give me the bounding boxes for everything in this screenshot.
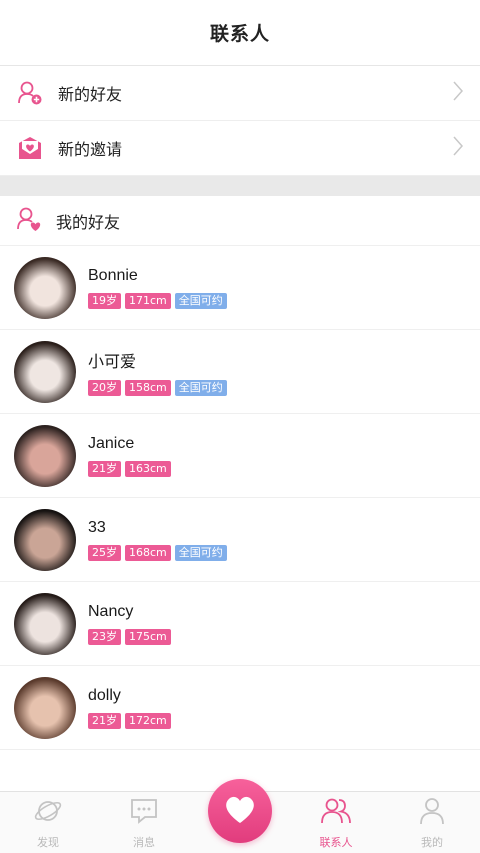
height-tag: 168cm — [125, 544, 171, 561]
contact-row[interactable]: Bonnie 19岁 171cm 全国可约 — [0, 246, 480, 330]
contact-name: Bonnie — [88, 266, 138, 284]
contact-row[interactable]: 小可爱 20岁 158cm 全国可约 — [0, 330, 480, 414]
tab-contacts-label: 联系人 — [319, 836, 353, 849]
avatar — [14, 340, 76, 403]
contact-tags: 25岁 168cm 全国可约 — [88, 544, 227, 561]
availability-tag: 全国可约 — [174, 544, 227, 561]
contact-name: dolly — [88, 686, 121, 704]
availability-tag: 全国可约 — [174, 292, 227, 309]
height-tag: 158cm — [125, 379, 171, 396]
contact-name: 33 — [88, 518, 106, 536]
age-tag: 21岁 — [88, 712, 121, 729]
tab-discover[interactable]: 发现 — [0, 792, 96, 853]
contact-info: 小可爱 20岁 158cm 全国可约 — [88, 348, 227, 396]
contact-row[interactable]: dolly 21岁 172cm — [0, 666, 480, 750]
page-title: 联系人 — [209, 23, 270, 45]
chevron-right-icon — [452, 80, 464, 106]
contact-name: 小可爱 — [88, 353, 137, 371]
tab-me[interactable]: 我的 — [384, 792, 480, 853]
contact-info: dolly 21岁 172cm — [88, 687, 171, 729]
new-friends-row[interactable]: 新的好友 — [0, 66, 480, 121]
tab-messages-label: 消息 — [133, 836, 155, 849]
contact-tags: 21岁 172cm — [88, 712, 171, 729]
new-invites-row[interactable]: 新的邀请 — [0, 121, 480, 176]
age-tag: 19岁 — [88, 292, 121, 309]
availability-tag: 全国可约 — [174, 379, 227, 396]
contact-tags: 21岁 163cm — [88, 460, 171, 477]
avatar — [14, 592, 76, 655]
my-friends-label: 我的好友 — [56, 212, 121, 232]
contact-row[interactable]: Janice 21岁 163cm — [0, 414, 480, 498]
heart-icon — [223, 793, 257, 829]
contact-tags: 19岁 171cm 全国可约 — [88, 292, 227, 309]
add-friend-icon — [16, 79, 44, 107]
age-tag: 20岁 — [88, 379, 121, 396]
new-invites-label: 新的邀请 — [58, 140, 123, 159]
header: 联系人 — [0, 0, 480, 66]
tab-discover-label: 发现 — [37, 836, 59, 849]
invite-envelope-icon — [16, 134, 44, 162]
avatar — [14, 508, 76, 571]
match-heart-button[interactable] — [208, 779, 272, 843]
friend-heart-icon — [16, 206, 42, 236]
height-tag: 163cm — [125, 460, 171, 477]
age-tag: 21岁 — [88, 460, 121, 477]
contacts-icon — [320, 796, 352, 830]
new-friends-label: 新的好友 — [58, 85, 123, 104]
contact-info: 33 25岁 168cm 全国可约 — [88, 519, 227, 561]
height-tag: 172cm — [125, 712, 171, 729]
contact-tags: 23岁 175cm — [88, 628, 171, 645]
user-icon — [417, 796, 447, 830]
planet-icon — [33, 796, 63, 830]
avatar — [14, 424, 76, 487]
tab-me-label: 我的 — [421, 836, 443, 849]
contact-info: Nancy 23岁 175cm — [88, 603, 171, 645]
age-tag: 23岁 — [88, 628, 121, 645]
my-friends-header: 我的好友 — [0, 196, 480, 246]
age-tag: 25岁 — [88, 544, 121, 561]
avatar — [14, 676, 76, 739]
tab-messages[interactable]: 消息 — [96, 792, 192, 853]
contact-tags: 20岁 158cm 全国可约 — [88, 379, 227, 396]
height-tag: 175cm — [125, 628, 171, 645]
chevron-right-icon — [452, 135, 464, 161]
contacts-screen: 联系人 新的好友 新的邀请 我的好友 Bonnie 19岁 171cm 全国可约… — [0, 0, 480, 853]
contact-name: Janice — [88, 434, 135, 452]
contact-row[interactable]: 33 25岁 168cm 全国可约 — [0, 498, 480, 582]
message-icon — [129, 796, 159, 830]
avatar — [14, 256, 76, 319]
contact-row[interactable]: Nancy 23岁 175cm — [0, 582, 480, 666]
contact-info: Bonnie 19岁 171cm 全国可约 — [88, 267, 227, 309]
contact-list: Bonnie 19岁 171cm 全国可约 小可爱 20岁 158cm 全国可约 Janice 2… — [0, 246, 480, 750]
contact-info: Janice 21岁 163cm — [88, 435, 171, 477]
section-divider — [0, 176, 480, 196]
tab-contacts[interactable]: 联系人 — [288, 792, 384, 853]
height-tag: 171cm — [125, 292, 171, 309]
contact-name: Nancy — [88, 602, 134, 620]
